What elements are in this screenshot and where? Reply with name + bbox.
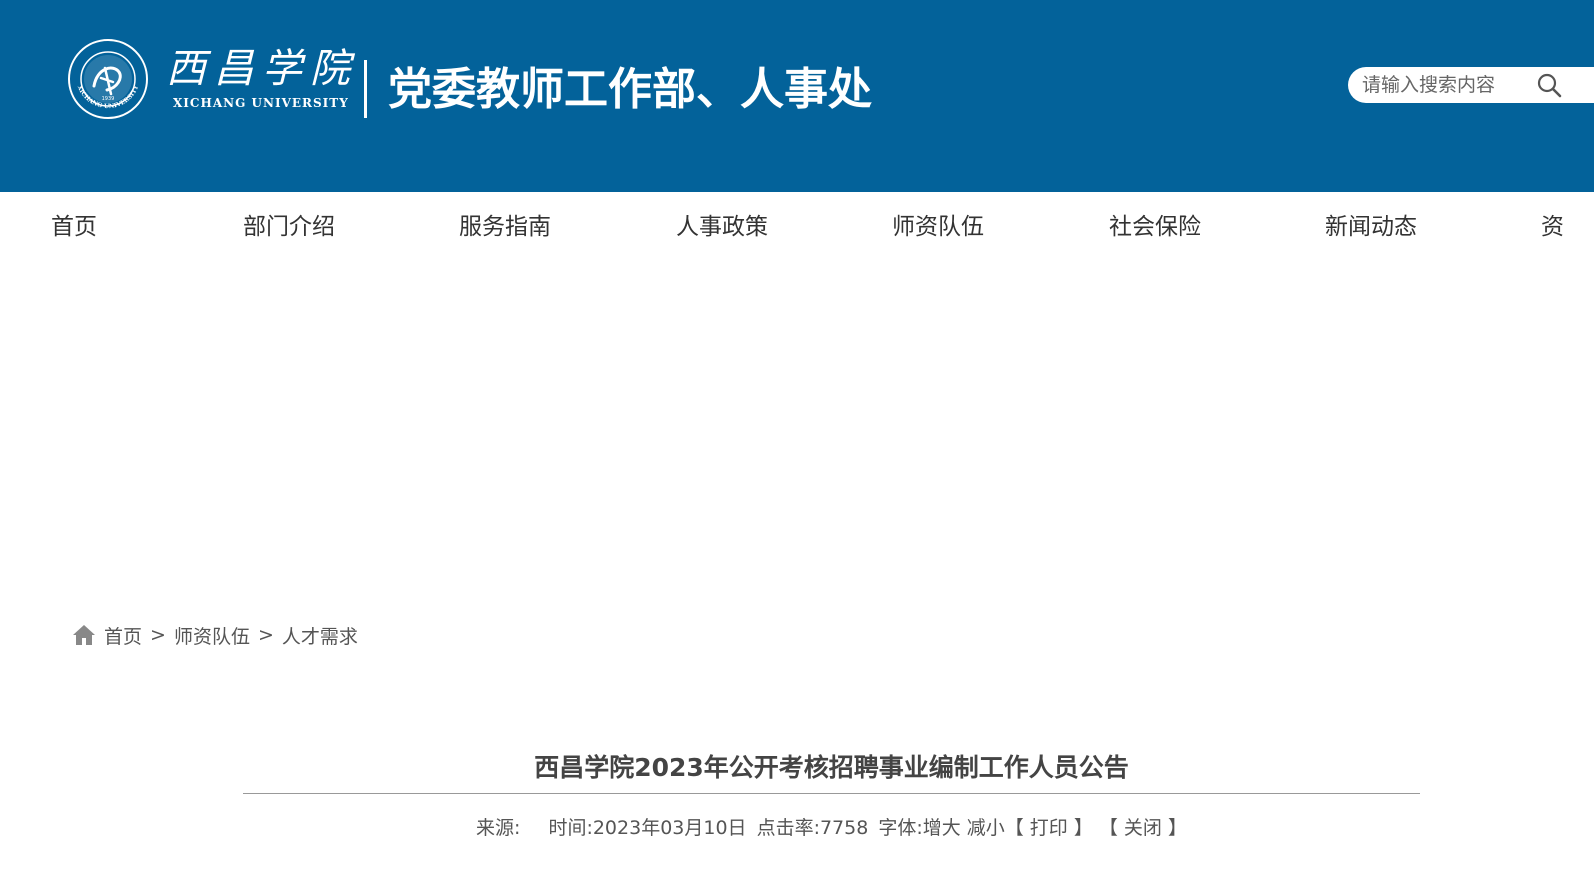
- font-decrease-button[interactable]: 减小: [967, 817, 1005, 839]
- search-input[interactable]: [1362, 67, 1532, 103]
- breadcrumb-faculty[interactable]: 师资队伍: [174, 622, 250, 649]
- breadcrumb-home[interactable]: 首页: [104, 622, 142, 649]
- logo-chinese-name: 西昌学院: [166, 46, 358, 92]
- nav-item-department[interactable]: 部门介绍: [243, 207, 335, 247]
- print-button[interactable]: 【 打印 】: [1005, 817, 1093, 839]
- main-nav: 首页 部门介绍 服务指南 人事政策 师资队伍 社会保险 新闻动态 资: [0, 192, 1594, 262]
- article-meta: 来源: 时间:2023年03月10日 点击率:7758 字体:增大 减小【 打印 】【 …: [243, 812, 1420, 844]
- source-label: 来源:: [476, 817, 521, 839]
- logo-divider: [364, 60, 367, 118]
- svg-text:1939: 1939: [102, 96, 115, 102]
- home-icon: [73, 625, 95, 645]
- breadcrumb: 首页 > 师资队伍 > 人才需求: [72, 620, 358, 650]
- nav-item-hr-policy[interactable]: 人事政策: [676, 207, 768, 247]
- breadcrumb-separator: >: [257, 624, 274, 646]
- breadcrumb-talent-demand[interactable]: 人才需求: [282, 622, 358, 649]
- font-increase-button[interactable]: 增大: [923, 817, 961, 839]
- department-title: 党委教师工作部、人事处: [388, 64, 872, 115]
- publish-date: 2023年03月10日: [592, 817, 747, 839]
- title-divider: [243, 793, 1420, 794]
- hits-label: 点击率:: [756, 817, 820, 839]
- logo-english-name: XICHANG UNIVERSITY: [173, 96, 349, 110]
- breadcrumb-separator: >: [150, 624, 166, 646]
- nav-item-resources[interactable]: 资: [1541, 207, 1564, 247]
- article-title: 西昌学院2023年公开考核招聘事业编制工作人员公告: [534, 753, 1129, 782]
- close-button[interactable]: 【 关闭 】: [1099, 817, 1187, 839]
- site-header: 1939 XICHANG UNIVERSITY 西昌学院 XICHANG UNI…: [0, 0, 1594, 192]
- nav-item-social-insurance[interactable]: 社会保险: [1109, 207, 1201, 247]
- hits-count: 7758: [819, 817, 869, 839]
- nav-item-news[interactable]: 新闻动态: [1325, 207, 1417, 247]
- time-label: 时间:: [548, 817, 593, 839]
- font-size-label: 字体:: [878, 817, 923, 839]
- search-icon[interactable]: [1536, 72, 1562, 98]
- nav-item-home[interactable]: 首页: [51, 207, 97, 247]
- nav-item-faculty[interactable]: 师资队伍: [892, 207, 984, 247]
- nav-item-service-guide[interactable]: 服务指南: [459, 207, 551, 247]
- university-emblem-icon: 1939 XICHANG UNIVERSITY: [68, 39, 148, 119]
- search-box: [1348, 67, 1594, 103]
